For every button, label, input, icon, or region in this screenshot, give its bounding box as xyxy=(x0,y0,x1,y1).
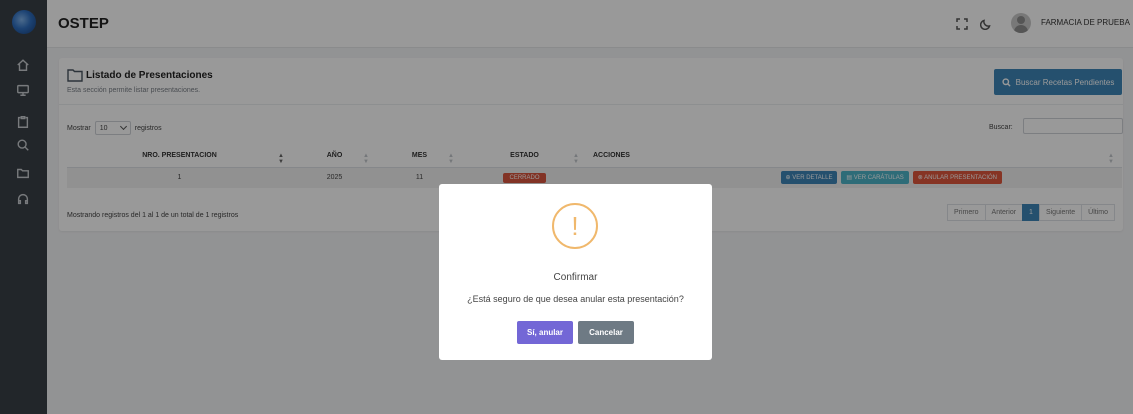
dismiss-button[interactable]: Cancelar xyxy=(578,321,634,344)
confirm-cancel-button[interactable]: Sí, anular xyxy=(517,321,573,344)
dialog-title: Confirmar xyxy=(553,272,598,283)
warning-icon: ! xyxy=(552,203,598,249)
confirm-dialog: ! Confirmar ¿Está seguro de que desea an… xyxy=(439,184,712,360)
dialog-message: ¿Está seguro de que desea anular esta pr… xyxy=(467,294,684,304)
